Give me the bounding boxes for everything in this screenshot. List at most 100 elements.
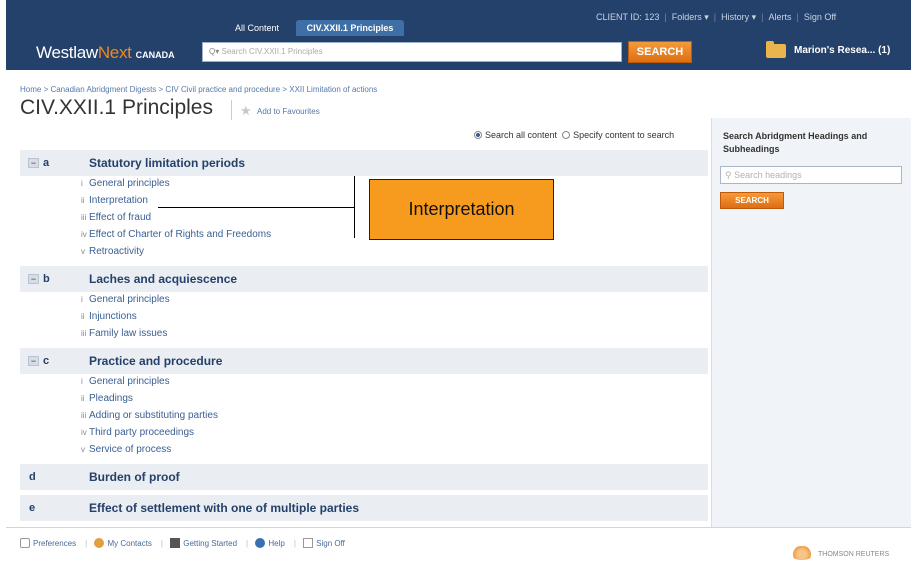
footer-sign-off-link[interactable]: Sign Off (303, 538, 345, 548)
collapse-icon[interactable]: − (28, 274, 39, 284)
item-number: v (81, 445, 85, 454)
star-icon[interactable]: ★ (240, 103, 252, 119)
alerts-link[interactable]: Alerts (768, 12, 791, 22)
section-header: e Effect of settlement with one of multi… (20, 495, 708, 521)
section-letter: e (29, 502, 36, 514)
search-placeholder: Search CIV.XXII.1 Principles (221, 47, 323, 56)
main-search-button[interactable]: SEARCH (628, 41, 692, 63)
top-nav: CLIENT ID: 123 | Folders ▾ | History ▾ | Alert… (596, 12, 837, 22)
main-search-input[interactable]: Q▾ Search CIV.XXII.1 Principles (202, 42, 622, 62)
list-item: ii Interpretation (20, 193, 708, 210)
wrench-icon (20, 538, 30, 548)
headings-search-input[interactable]: ⚲ Search headings (720, 166, 902, 184)
radio-search-all-label: Search all content (485, 130, 558, 140)
item-link[interactable]: Pleadings (89, 393, 133, 404)
tab-all-content[interactable]: All Content (216, 20, 298, 36)
preferences-link[interactable]: Preferences (20, 538, 76, 548)
item-number: iv (81, 428, 87, 437)
section-letter: c (43, 355, 50, 367)
search-icon: ⚲ (725, 170, 732, 180)
list-item: ii Injunctions (20, 309, 708, 326)
item-number: iii (81, 213, 87, 222)
item-link[interactable]: Family law issues (89, 328, 167, 339)
item-link[interactable]: Effect of fraud (89, 212, 151, 223)
item-number: ii (81, 394, 85, 403)
item-number: v (81, 247, 85, 256)
page-title: CIV.XXII.1 Principles (20, 96, 213, 119)
list-item: i General principles (20, 292, 708, 309)
outline-list: − a Statutory limitation periods i Genera… (20, 150, 708, 521)
list-item: v Service of process (20, 442, 708, 459)
item-link[interactable]: Adding or substituting parties (89, 410, 218, 421)
radio-search-all[interactable] (474, 131, 482, 139)
list-item: i General principles (20, 374, 708, 391)
radio-specify-content[interactable] (562, 131, 571, 139)
tab-current-principles[interactable]: CIV.XXII.1 Principles (296, 20, 404, 36)
thomson-reuters-logo: THOMSON REUTERS (790, 546, 889, 560)
section-title[interactable]: Effect of settlement with one of multipl… (89, 501, 359, 515)
westlaw-logo[interactable]: WestlawNext CANADA (36, 43, 175, 63)
help-label: Help (268, 539, 285, 548)
section-title[interactable]: Practice and procedure (89, 354, 222, 368)
item-number: i (81, 295, 83, 304)
item-number: i (81, 179, 83, 188)
logo-main-text: Westlaw (36, 43, 98, 62)
headings-search-button[interactable]: SEARCH (720, 192, 784, 209)
item-number: iii (81, 411, 87, 420)
app-header: All Content CIV.XXII.1 Principles CLIENT… (6, 0, 911, 70)
logo-next-text: Next (97, 43, 132, 62)
book-icon (170, 538, 181, 548)
list-item: iii Effect of fraud (20, 210, 708, 227)
right-panel: Search Abridgment Headings and Subheadin… (711, 118, 911, 528)
callout-bracket-line (354, 176, 355, 238)
radio-specify-content-label: Specify content to search (573, 130, 675, 140)
item-link[interactable]: General principles (89, 178, 170, 189)
item-link[interactable]: Service of process (89, 444, 171, 455)
item-number: i (81, 377, 83, 386)
logo-country-text: CANADA (135, 50, 175, 60)
collapse-icon[interactable]: − (28, 356, 39, 366)
search-scope-dropdown[interactable]: Q▾ (209, 47, 219, 56)
collapse-icon[interactable]: − (28, 158, 39, 168)
contacts-label: My Contacts (107, 539, 152, 548)
sign-off-link[interactable]: Sign Off (804, 12, 836, 22)
item-link[interactable]: Effect of Charter of Rights and Freedoms (89, 229, 271, 240)
help-link[interactable]: Help (255, 538, 285, 548)
add-to-favourites-link[interactable]: Add to Favourites (257, 107, 320, 116)
brand-text: THOMSON REUTERS (818, 551, 890, 558)
headings-search-placeholder: Search headings (734, 170, 802, 180)
item-number: iv (81, 230, 87, 239)
item-link[interactable]: General principles (89, 376, 170, 387)
section-header: − a Statutory limitation periods (20, 150, 708, 176)
thomson-reuters-icon (790, 546, 814, 560)
history-menu[interactable]: History ▾ (721, 12, 756, 22)
footer-links: Preferences | My Contacts | Getting Starte… (20, 538, 349, 548)
section-title[interactable]: Laches and acquiescence (89, 272, 237, 286)
item-number: ii (81, 312, 85, 321)
contacts-link[interactable]: My Contacts (94, 538, 152, 548)
title-divider (231, 100, 232, 120)
item-link[interactable]: Third party proceedings (89, 427, 194, 438)
footer-sign-off-label: Sign Off (316, 539, 345, 548)
section-letter: b (43, 273, 50, 285)
item-link[interactable]: Interpretation (89, 195, 148, 206)
section-title[interactable]: Burden of proof (89, 470, 180, 484)
list-item: iii Family law issues (20, 326, 708, 343)
people-icon (94, 538, 105, 548)
folders-menu[interactable]: Folders ▾ (672, 12, 709, 22)
breadcrumb[interactable]: Home > Canadian Abridgment Digests > CIV… (20, 85, 377, 94)
getting-started-link[interactable]: Getting Started (170, 538, 237, 548)
search-scope: Search all content Specify content to se… (474, 130, 674, 140)
section-title[interactable]: Statutory limitation periods (89, 156, 245, 170)
callout-box: Interpretation (369, 179, 554, 240)
folder-icon[interactable] (766, 41, 786, 58)
getting-started-label: Getting Started (183, 539, 238, 548)
item-link[interactable]: Injunctions (89, 311, 137, 322)
client-id-link[interactable]: CLIENT ID: 123 (596, 12, 659, 22)
research-folder-link[interactable]: Marion's Resea... (1) (794, 45, 890, 56)
item-link[interactable]: Retroactivity (89, 246, 144, 257)
list-item: iv Third party proceedings (20, 425, 708, 442)
preferences-label: Preferences (33, 539, 77, 548)
item-link[interactable]: General principles (89, 294, 170, 305)
list-item: i General principles (20, 176, 708, 193)
